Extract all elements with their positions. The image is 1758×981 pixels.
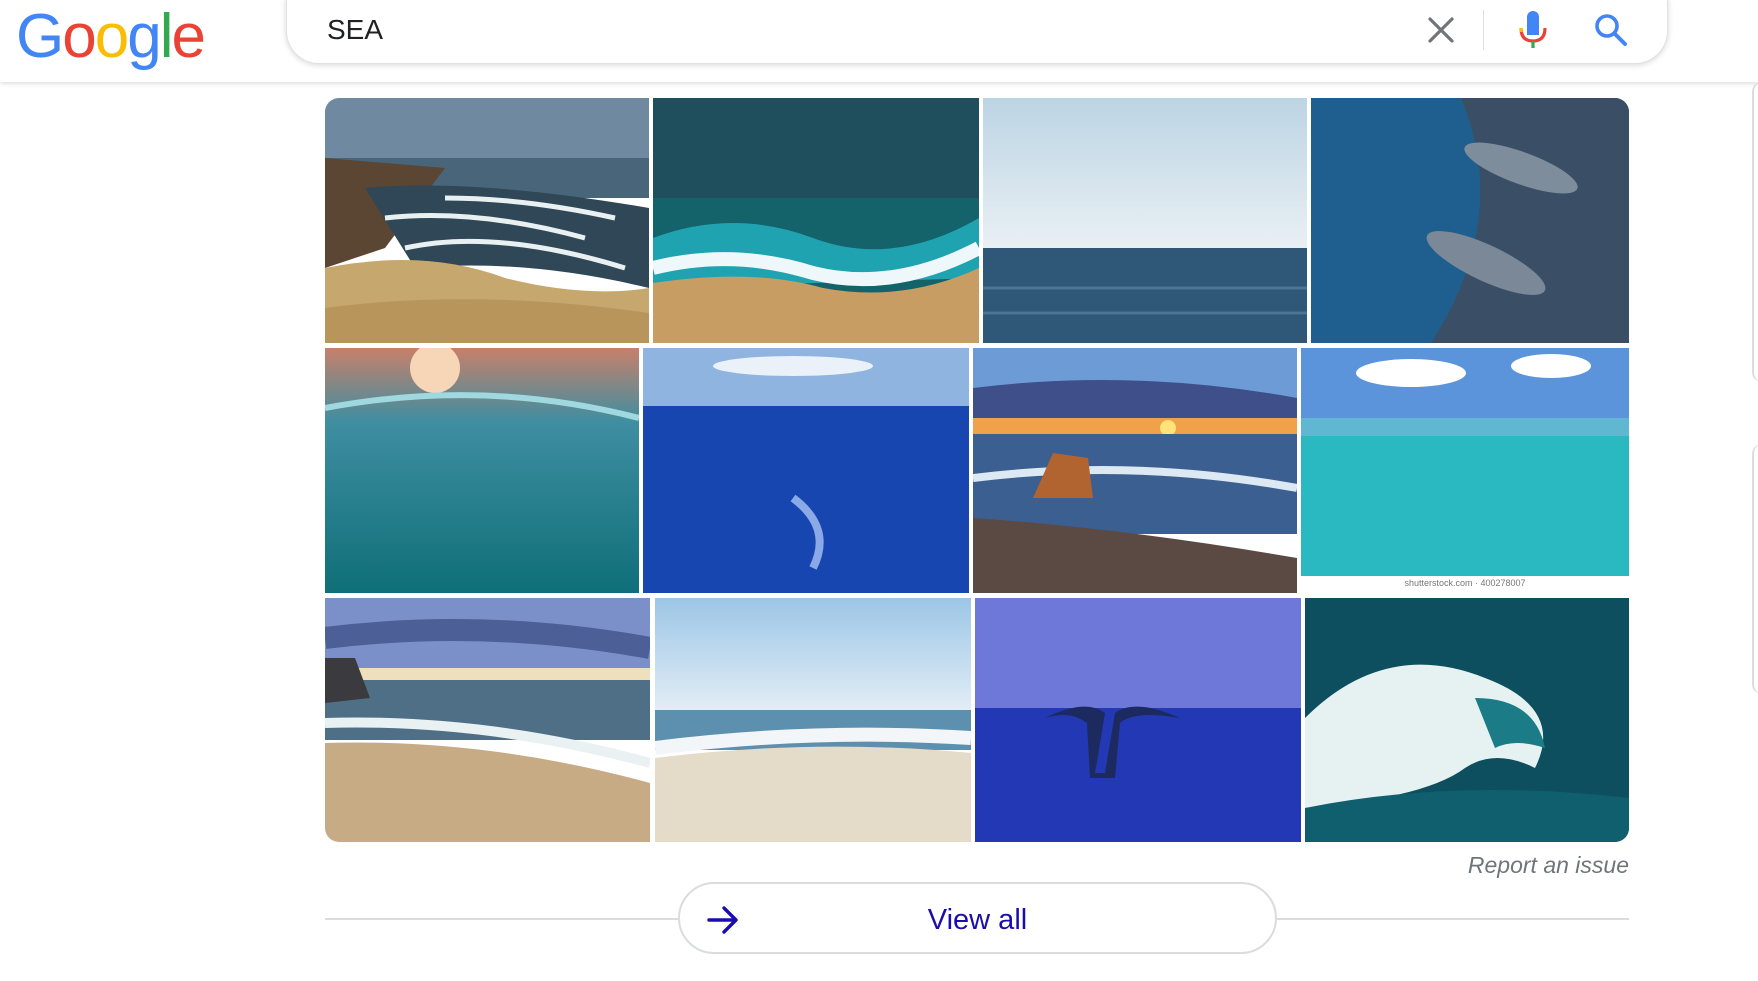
logo-letter: e <box>171 2 206 71</box>
top-bar: Google SEA <box>0 0 1758 82</box>
image-beach-dusk[interactable] <box>325 598 650 842</box>
view-all-label: View all <box>927 904 1028 936</box>
image-sea-horizon[interactable] <box>983 98 1307 343</box>
search-input[interactable]: SEA <box>327 14 383 46</box>
side-panel-edge <box>1752 444 1758 694</box>
logo-letter: o <box>94 2 130 71</box>
image-underwater-sun[interactable] <box>325 348 639 593</box>
logo-letter: G <box>16 2 64 71</box>
image-crashing-wave[interactable] <box>1305 598 1629 842</box>
image-grid: shutterstock.com · 400278007 <box>325 98 1629 842</box>
close-icon[interactable] <box>1421 10 1461 50</box>
search-box[interactable]: SEA <box>286 0 1668 64</box>
divider-left <box>325 918 678 920</box>
side-panel-edge <box>1752 82 1758 382</box>
search-icon[interactable] <box>1591 10 1631 50</box>
image-aerial-wave-sand[interactable] <box>653 98 979 343</box>
image-dolphins[interactable] <box>1311 98 1629 343</box>
image-sunset-rock[interactable] <box>973 348 1297 593</box>
image-whale-tail[interactable] <box>975 598 1301 842</box>
report-issue-link[interactable]: Report an issue <box>1400 852 1629 879</box>
image-coast-cliffs[interactable] <box>325 98 649 343</box>
search-divider <box>1483 10 1484 50</box>
google-logo[interactable]: Google <box>16 2 206 72</box>
logo-letter: l <box>159 2 174 71</box>
image-deep-blue-sea[interactable] <box>643 348 969 593</box>
divider-right <box>1277 918 1629 920</box>
mic-icon[interactable] <box>1513 8 1553 52</box>
image-watermark: shutterstock.com · 400278007 <box>1404 578 1526 588</box>
image-turquoise-sea[interactable]: shutterstock.com · 400278007 <box>1301 348 1629 593</box>
image-bright-beach[interactable] <box>655 598 971 842</box>
logo-letter: o <box>62 2 97 71</box>
logo-letter: g <box>127 2 162 71</box>
view-all-button[interactable]: View all <box>678 882 1277 954</box>
